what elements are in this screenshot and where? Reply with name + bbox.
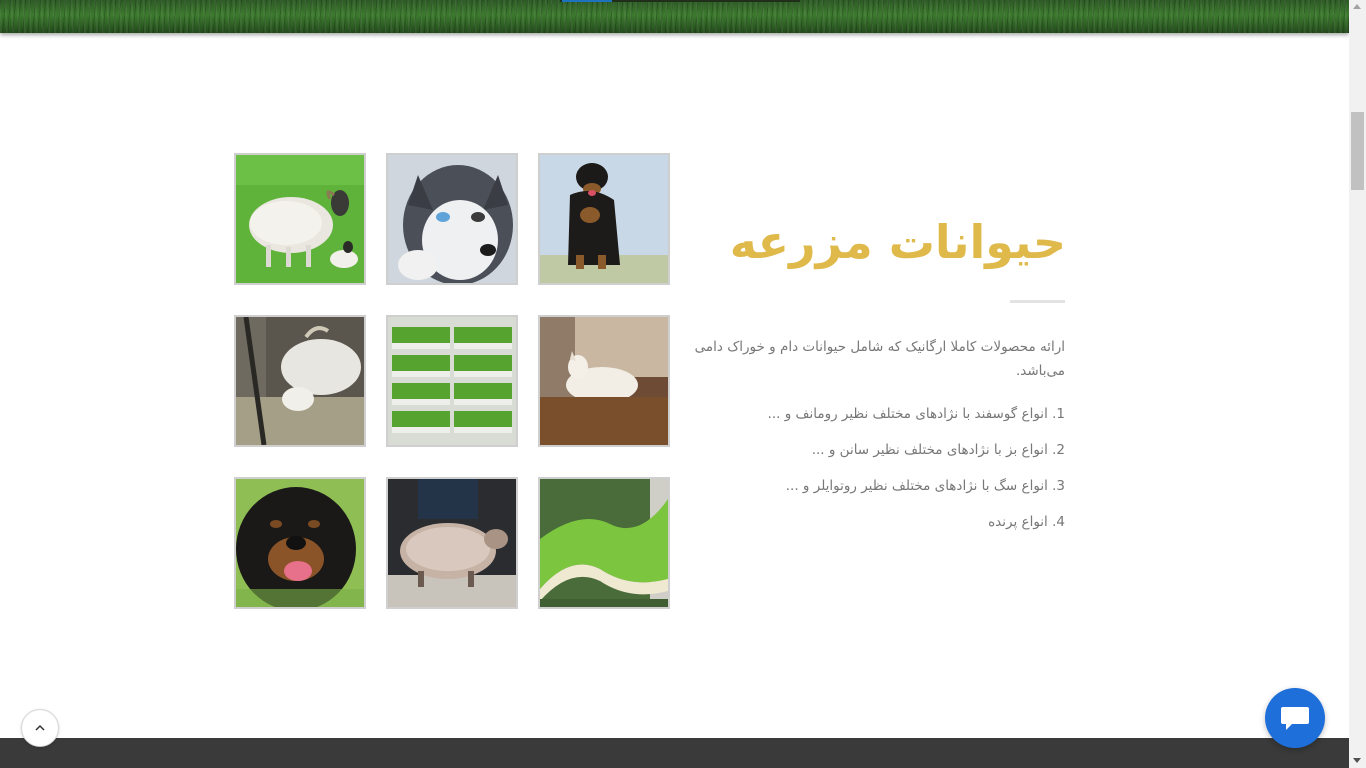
section-description: ارائه محصولات کاملا ارگانیک که شامل حیوا… [694,339,1065,379]
section-title: حیوانات مزرعه [729,215,1067,269]
scroll-down-arrow-icon[interactable] [1353,758,1361,763]
list-item: 3. انواع سگ با نژادهای مختلف نظیر روتوای… [785,478,1065,494]
gallery-image-fodder-grass-mat[interactable] [538,477,670,609]
page: حیوانات مزرعه ارائه محصولات کاملا ارگانی… [0,0,1366,768]
vertical-scrollbar[interactable] [1349,0,1366,768]
header-grass-banner [0,0,1349,33]
animal-types-list: 1. انواع گوسفند با نژادهای مختلف نظیر رو… [680,402,1065,546]
scroll-up-arrow-icon[interactable] [1353,4,1361,9]
gallery-image-rottweiler-sitting[interactable] [538,153,670,285]
gallery-image-sheep-with-lamb[interactable] [234,153,366,285]
list-item: 4. انواع پرنده [988,514,1065,530]
gallery-image-rottweiler-portrait[interactable] [234,477,366,609]
title-divider [1010,300,1065,303]
chat-bubble-icon [1281,707,1309,730]
gallery-image-hydroponic-fodder-racks[interactable] [386,315,518,447]
scrollbar-thumb[interactable] [1351,112,1364,190]
header-nav-active-indicator [562,0,612,2]
list-item: 2. انواع بز با نژادهای مختلف نظیر سانن و… [811,442,1065,458]
gallery-image-white-goat-eating[interactable] [234,315,366,447]
chevron-up-icon [35,724,45,731]
gallery-image-shorn-sheep[interactable] [386,477,518,609]
list-item: 1. انواع گوسفند با نژادهای مختلف نظیر رو… [767,406,1065,422]
back-to-top-button[interactable] [21,709,59,747]
footer-bar [0,738,1349,768]
gallery-image-husky-puppy[interactable] [386,153,518,285]
gallery-image-white-goat-lying[interactable] [538,315,670,447]
chat-button[interactable] [1265,688,1325,748]
